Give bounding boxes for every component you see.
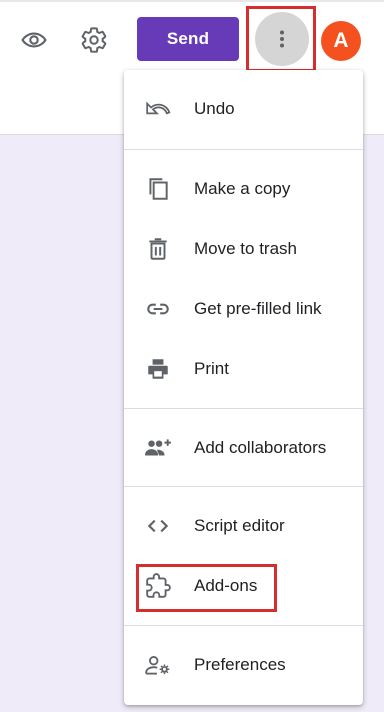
menu-item-add-collaborators[interactable]: Add collaborators [124,420,363,476]
gear-icon [81,27,107,53]
undo-icon [144,95,172,123]
menu-divider [124,625,363,626]
code-icon [144,512,172,540]
person-settings-icon [144,651,172,679]
menu-item-move-to-trash[interactable]: Move to trash [124,221,363,277]
trash-icon [144,235,172,263]
copy-icon [144,175,172,203]
more-button-highlight [246,6,316,72]
preview-button[interactable] [14,20,54,60]
menu-item-label: Print [194,359,229,378]
link-icon [144,295,172,323]
add-people-icon [144,434,172,462]
menu-item-label: Add collaborators [194,438,327,457]
menu-item-script-editor[interactable]: Script editor [124,498,363,554]
menu-item-preferences[interactable]: Preferences [124,637,363,693]
menu-item-prefilled-link[interactable]: Get pre-filled link [124,281,363,337]
top-divider [0,0,384,2]
menu-item-undo[interactable]: Undo [124,81,363,137]
menu-item-label: Make a copy [194,179,291,198]
add-ons-highlight [136,564,277,612]
menu-item-make-copy[interactable]: Make a copy [124,161,363,217]
menu-divider [124,408,363,409]
print-icon [144,355,172,383]
send-button[interactable]: Send [137,17,239,61]
menu-item-label: Move to trash [194,239,297,258]
settings-button[interactable] [74,20,114,60]
menu-item-print[interactable]: Print [124,341,363,397]
eye-icon [21,32,47,48]
menu-item-label: Get pre-filled link [194,299,322,318]
avatar[interactable]: A [321,21,361,61]
menu-item-label: Undo [194,99,235,118]
more-options-menu: Undo Make a copy Move to trash Get pre-f… [124,70,363,705]
more-vert-icon [280,30,284,48]
menu-item-label: Preferences [194,655,286,674]
more-options-button[interactable] [255,12,309,66]
menu-item-label: Script editor [194,516,285,535]
menu-divider [124,149,363,150]
menu-divider [124,486,363,487]
